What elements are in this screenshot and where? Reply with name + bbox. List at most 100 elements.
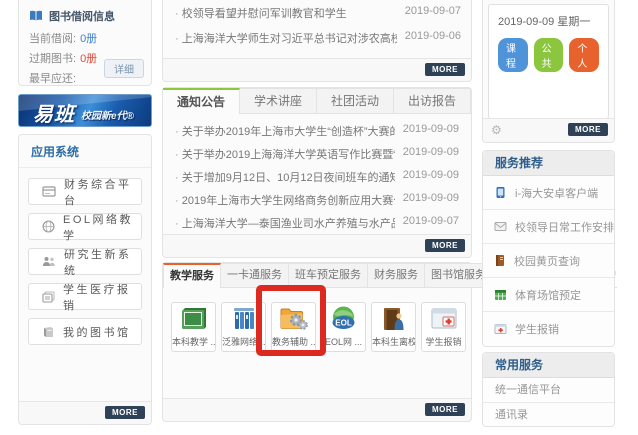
tab-notice-announcements[interactable]: 通知公告 xyxy=(163,88,240,114)
pill-personal[interactable]: 个人 xyxy=(569,38,599,72)
calendar-more-button[interactable]: MORE xyxy=(568,123,608,136)
tab-teaching-services[interactable]: 教学服务 xyxy=(163,263,221,288)
services-more-button[interactable]: MORE xyxy=(425,403,465,416)
current-borrow-row: 当前借阅: 0册 xyxy=(19,28,151,48)
notice-item[interactable]: 关于举办2019年上海市大学生“创造杯”大赛的通知 2019-09-09 xyxy=(175,123,459,139)
reimburse-small-icon xyxy=(494,323,507,335)
app-item-label: 财务综合平台 xyxy=(64,176,141,208)
sports-venue-icon xyxy=(494,288,507,301)
reco-item-label: 学生报销 xyxy=(515,321,559,337)
svg-text:EOL: EOL xyxy=(335,319,352,328)
app-systems-footer: MORE xyxy=(19,401,151,424)
library-book-icon xyxy=(42,326,55,338)
reco-item-yellow-pages[interactable]: 校园黄页查询 xyxy=(483,244,614,278)
tab-finance-services[interactable]: 财务服务 xyxy=(368,263,425,288)
news-item-title: 校领导看望并慰问军训教官和学生 xyxy=(175,5,347,21)
overdue-books-label: 过期图书: xyxy=(29,50,76,66)
app-systems-panel: 应用系统 财务综合平台 EOL网络教学 研究生新系统 学生医疗报销 我的图书馆 xyxy=(18,134,152,425)
app-item-mylibrary[interactable]: 我的图书馆 xyxy=(28,318,142,345)
services-footer: MORE xyxy=(163,398,471,421)
door-person-icon xyxy=(380,306,408,332)
recommended-services-panel: 服务推荐 i-海大安卓客户端 校领导日常工作安排 校园黄页查询 体育场馆预定 学… xyxy=(482,150,615,347)
notice-item-date: 2019-09-09 xyxy=(403,169,459,185)
common-services-title: 常用服务 xyxy=(483,353,614,378)
app-item-label: 研究生新系统 xyxy=(64,246,141,278)
current-borrow-label: 当前借阅: xyxy=(29,30,76,46)
service-card-label: 教务辅助 ... xyxy=(272,335,315,348)
calendar-pill-row: 课程 公共 个人 xyxy=(489,29,608,81)
app-item-graduate[interactable]: 研究生新系统 xyxy=(28,248,142,275)
finance-card-icon xyxy=(42,186,56,197)
android-client-icon xyxy=(494,186,507,199)
service-card-label: 本科教学 ... xyxy=(172,335,215,348)
notice-item-title: 2019年上海市大学生网络商务创新应用大赛公告 xyxy=(175,192,395,208)
notice-item-date: 2019-09-09 xyxy=(403,146,459,162)
service-card-academic-affairs-assist[interactable]: 教务辅助 ... xyxy=(271,302,316,352)
eol-globe-color-icon: EOL xyxy=(330,305,357,332)
services-tabbar: 教学服务 一卡通服务 班车预定服务 财务服务 图书馆服务 后勤服务 生活服务 ⚙ xyxy=(163,263,471,288)
news-footer: MORE xyxy=(163,58,471,81)
app-systems-list: 财务综合平台 EOL网络教学 研究生新系统 学生医疗报销 我的图书馆 xyxy=(19,168,151,363)
tab-academic-lectures[interactable]: 学术讲座 xyxy=(240,88,317,114)
news-item-date: 2019-09-06 xyxy=(405,30,461,46)
calendar-panel: 2019-09-09 星期一 课程 公共 个人 ⚙ MORE xyxy=(482,0,615,143)
common-item-contacts[interactable]: 通讯录 xyxy=(483,403,614,428)
notices-footer: MORE xyxy=(163,234,471,257)
app-item-finance[interactable]: 财务综合平台 xyxy=(28,178,142,205)
reco-item-label: i-海大安卓客户端 xyxy=(515,185,598,201)
notice-item-date: 2019-09-07 xyxy=(403,215,459,231)
common-services-panel: 常用服务 统一通信平台 通讯录 xyxy=(482,352,615,427)
apps-more-button[interactable]: MORE xyxy=(105,406,145,419)
book-icon xyxy=(29,10,43,22)
app-item-label: EOL网络教学 xyxy=(63,211,141,243)
news-item[interactable]: 上海海洋大学师生对习近平总书记对涉农高校师生回信反响热烈 2019-09-06 xyxy=(175,30,461,46)
library-panel-title: 图书借阅信息 xyxy=(49,8,115,24)
service-card-label: 本科生离校 xyxy=(372,335,415,348)
notice-item[interactable]: 2019年上海市大学生网络商务创新应用大赛公告 2019-09-09 xyxy=(175,192,459,208)
notice-item[interactable]: 上海海洋大学—泰国渔业司水产养殖与水产品加工联合研讨会 2019-09-07 xyxy=(175,215,459,231)
calendar-inner-box: 2019-09-09 星期一 课程 公共 个人 xyxy=(488,4,609,119)
reco-item-label: 校领导日常工作安排 xyxy=(515,219,614,235)
calendar-footer: ⚙ MORE xyxy=(483,118,614,142)
tab-shuttle-services[interactable]: 班车预定服务 xyxy=(289,263,368,288)
yiban-banner[interactable]: 易班 校园新e代® xyxy=(18,94,152,127)
service-card-label: 泛雅网络 ... xyxy=(222,335,265,348)
calendar-gear-icon[interactable]: ⚙ xyxy=(491,123,502,137)
app-item-medical[interactable]: 学生医疗报销 xyxy=(28,283,142,310)
news-item-title: 上海海洋大学师生对习近平总书记对涉农高校师生回信反响热烈 xyxy=(175,30,397,46)
service-card-label: EOL网 ... xyxy=(325,335,362,348)
tab-card-services[interactable]: 一卡通服务 xyxy=(221,263,289,288)
portal-page: 图书借阅信息 当前借阅: 0册 过期图书: 0册 最早应还: 详细 易班 校园新… xyxy=(0,0,638,435)
pill-public[interactable]: 公共 xyxy=(534,38,564,72)
common-item-unified-communication[interactable]: 统一通信平台 xyxy=(483,378,614,403)
service-card-fanya-network[interactable]: 泛雅网络 ... xyxy=(221,302,266,352)
reco-item-leader-schedule[interactable]: 校领导日常工作安排 xyxy=(483,210,614,244)
notice-item[interactable]: 关于举办2019上海海洋大学英语写作比赛暨“外研社杯”全国英语写作大赛选 201… xyxy=(175,146,459,162)
service-card-eol-network[interactable]: EOL EOL网 ... xyxy=(321,302,366,352)
news-list: 校领导看望并慰问军训教官和学生 2019-09-07 上海海洋大学师生对习近平总… xyxy=(175,5,461,55)
reco-item-label: 体育场馆预定 xyxy=(515,287,581,303)
service-card-undergrad-leave-school[interactable]: 本科生离校 xyxy=(371,302,416,352)
service-card-undergrad-teaching[interactable]: 本科教学 ... xyxy=(171,302,216,352)
books-icon xyxy=(230,306,258,332)
tab-club-activities[interactable]: 社团活动 xyxy=(317,88,394,114)
news-item[interactable]: 校领导看望并慰问军训教官和学生 2019-09-07 xyxy=(175,5,461,21)
reco-item-android-client[interactable]: i-海大安卓客户端 xyxy=(483,176,614,210)
service-card-student-reimbursement[interactable]: 学生报销 xyxy=(421,302,466,352)
app-item-eol[interactable]: EOL网络教学 xyxy=(28,213,142,240)
library-detail-button[interactable]: 详细 xyxy=(104,59,144,78)
reimburse-icon xyxy=(430,306,458,332)
tab-visit-reports[interactable]: 出访报告 xyxy=(394,88,471,114)
news-more-button[interactable]: MORE xyxy=(425,63,465,76)
notice-item[interactable]: 关于增加9月12日、10月12日夜间班车的通知 2019-09-09 xyxy=(175,169,459,185)
reco-item-student-reimbursement[interactable]: 学生报销 xyxy=(483,312,614,346)
notices-more-button[interactable]: MORE xyxy=(425,239,465,252)
calendar-date: 2019-09-09 星期一 xyxy=(489,5,608,29)
pill-courses[interactable]: 课程 xyxy=(498,38,528,72)
notice-item-title: 关于举办2019年上海市大学生“创造杯”大赛的通知 xyxy=(175,123,395,139)
campus-news-panel: 校领导看望并慰问军训教官和学生 2019-09-07 上海海洋大学师生对习近平总… xyxy=(162,0,472,82)
recommended-services-title: 服务推荐 xyxy=(483,151,614,176)
reco-item-sports-venue[interactable]: 体育场馆预定 xyxy=(483,278,614,312)
schedule-mail-icon xyxy=(494,221,507,232)
overdue-books-value: 0册 xyxy=(80,50,97,66)
